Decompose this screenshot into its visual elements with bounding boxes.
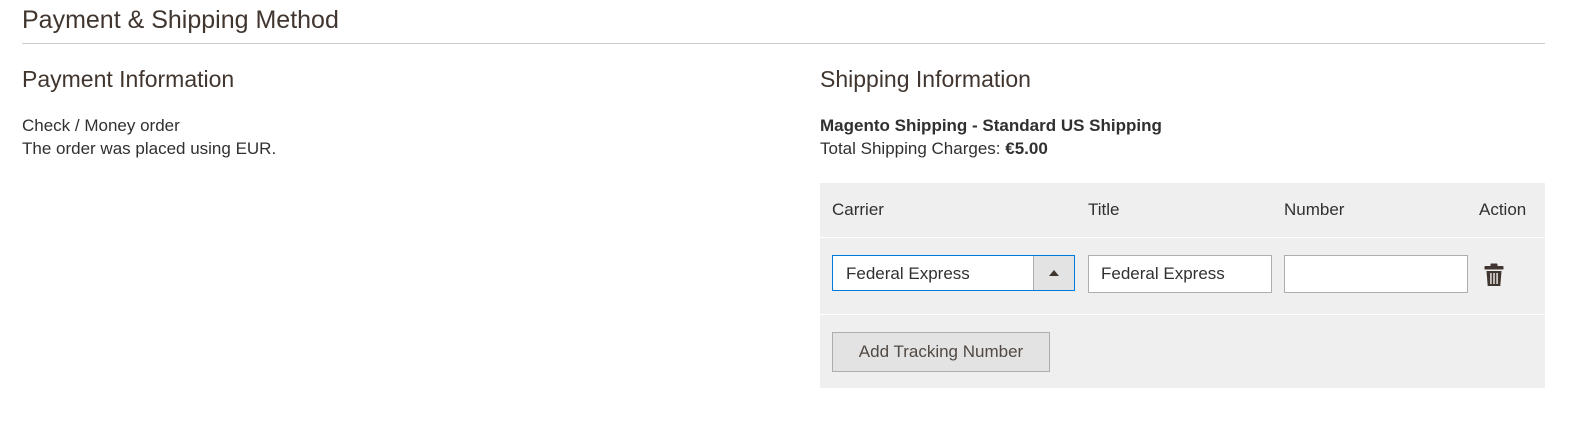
section-title: Payment & Shipping Method <box>22 6 339 34</box>
column-header-carrier: Carrier <box>832 200 884 219</box>
payment-method: Check / Money order <box>22 116 180 135</box>
trash-icon[interactable] <box>1484 263 1504 287</box>
shipping-details: Magento Shipping - Standard US Shipping … <box>820 114 1162 160</box>
tracking-title-input[interactable] <box>1088 255 1272 293</box>
payment-currency-note: The order was placed using EUR. <box>22 139 277 158</box>
section-divider <box>22 43 1545 44</box>
shipping-charges-value: €5.00 <box>1005 139 1048 158</box>
tracking-row: Federal Express <box>820 238 1545 315</box>
carrier-select[interactable]: Federal Express <box>832 255 1075 291</box>
column-header-number: Number <box>1284 200 1345 219</box>
shipping-information-title: Shipping Information <box>820 66 1031 92</box>
tracking-table: Carrier Title Number Action Federal Expr… <box>820 183 1545 388</box>
shipping-charges-label: Total Shipping Charges: <box>820 139 1001 158</box>
column-header-title: Title <box>1088 200 1120 219</box>
tracking-table-footer: Add Tracking Number <box>820 315 1545 388</box>
payment-details: Check / Money order The order was placed… <box>22 114 276 160</box>
add-tracking-number-button[interactable]: Add Tracking Number <box>832 332 1050 372</box>
payment-information-title: Payment Information <box>22 66 235 92</box>
tracking-table-header: Carrier Title Number Action <box>820 183 1545 238</box>
carrier-select-value: Federal Express <box>846 264 970 283</box>
shipping-charges: Total Shipping Charges: €5.00 <box>820 137 1162 160</box>
shipping-method: Magento Shipping - Standard US Shipping <box>820 116 1162 135</box>
payment-shipping-page: Payment & Shipping Method Payment Inform… <box>0 0 1589 421</box>
caret-up-icon <box>1049 270 1059 276</box>
tracking-number-input[interactable] <box>1284 255 1468 293</box>
column-header-action: Action <box>1479 200 1527 219</box>
carrier-select-toggle[interactable] <box>1033 256 1074 290</box>
